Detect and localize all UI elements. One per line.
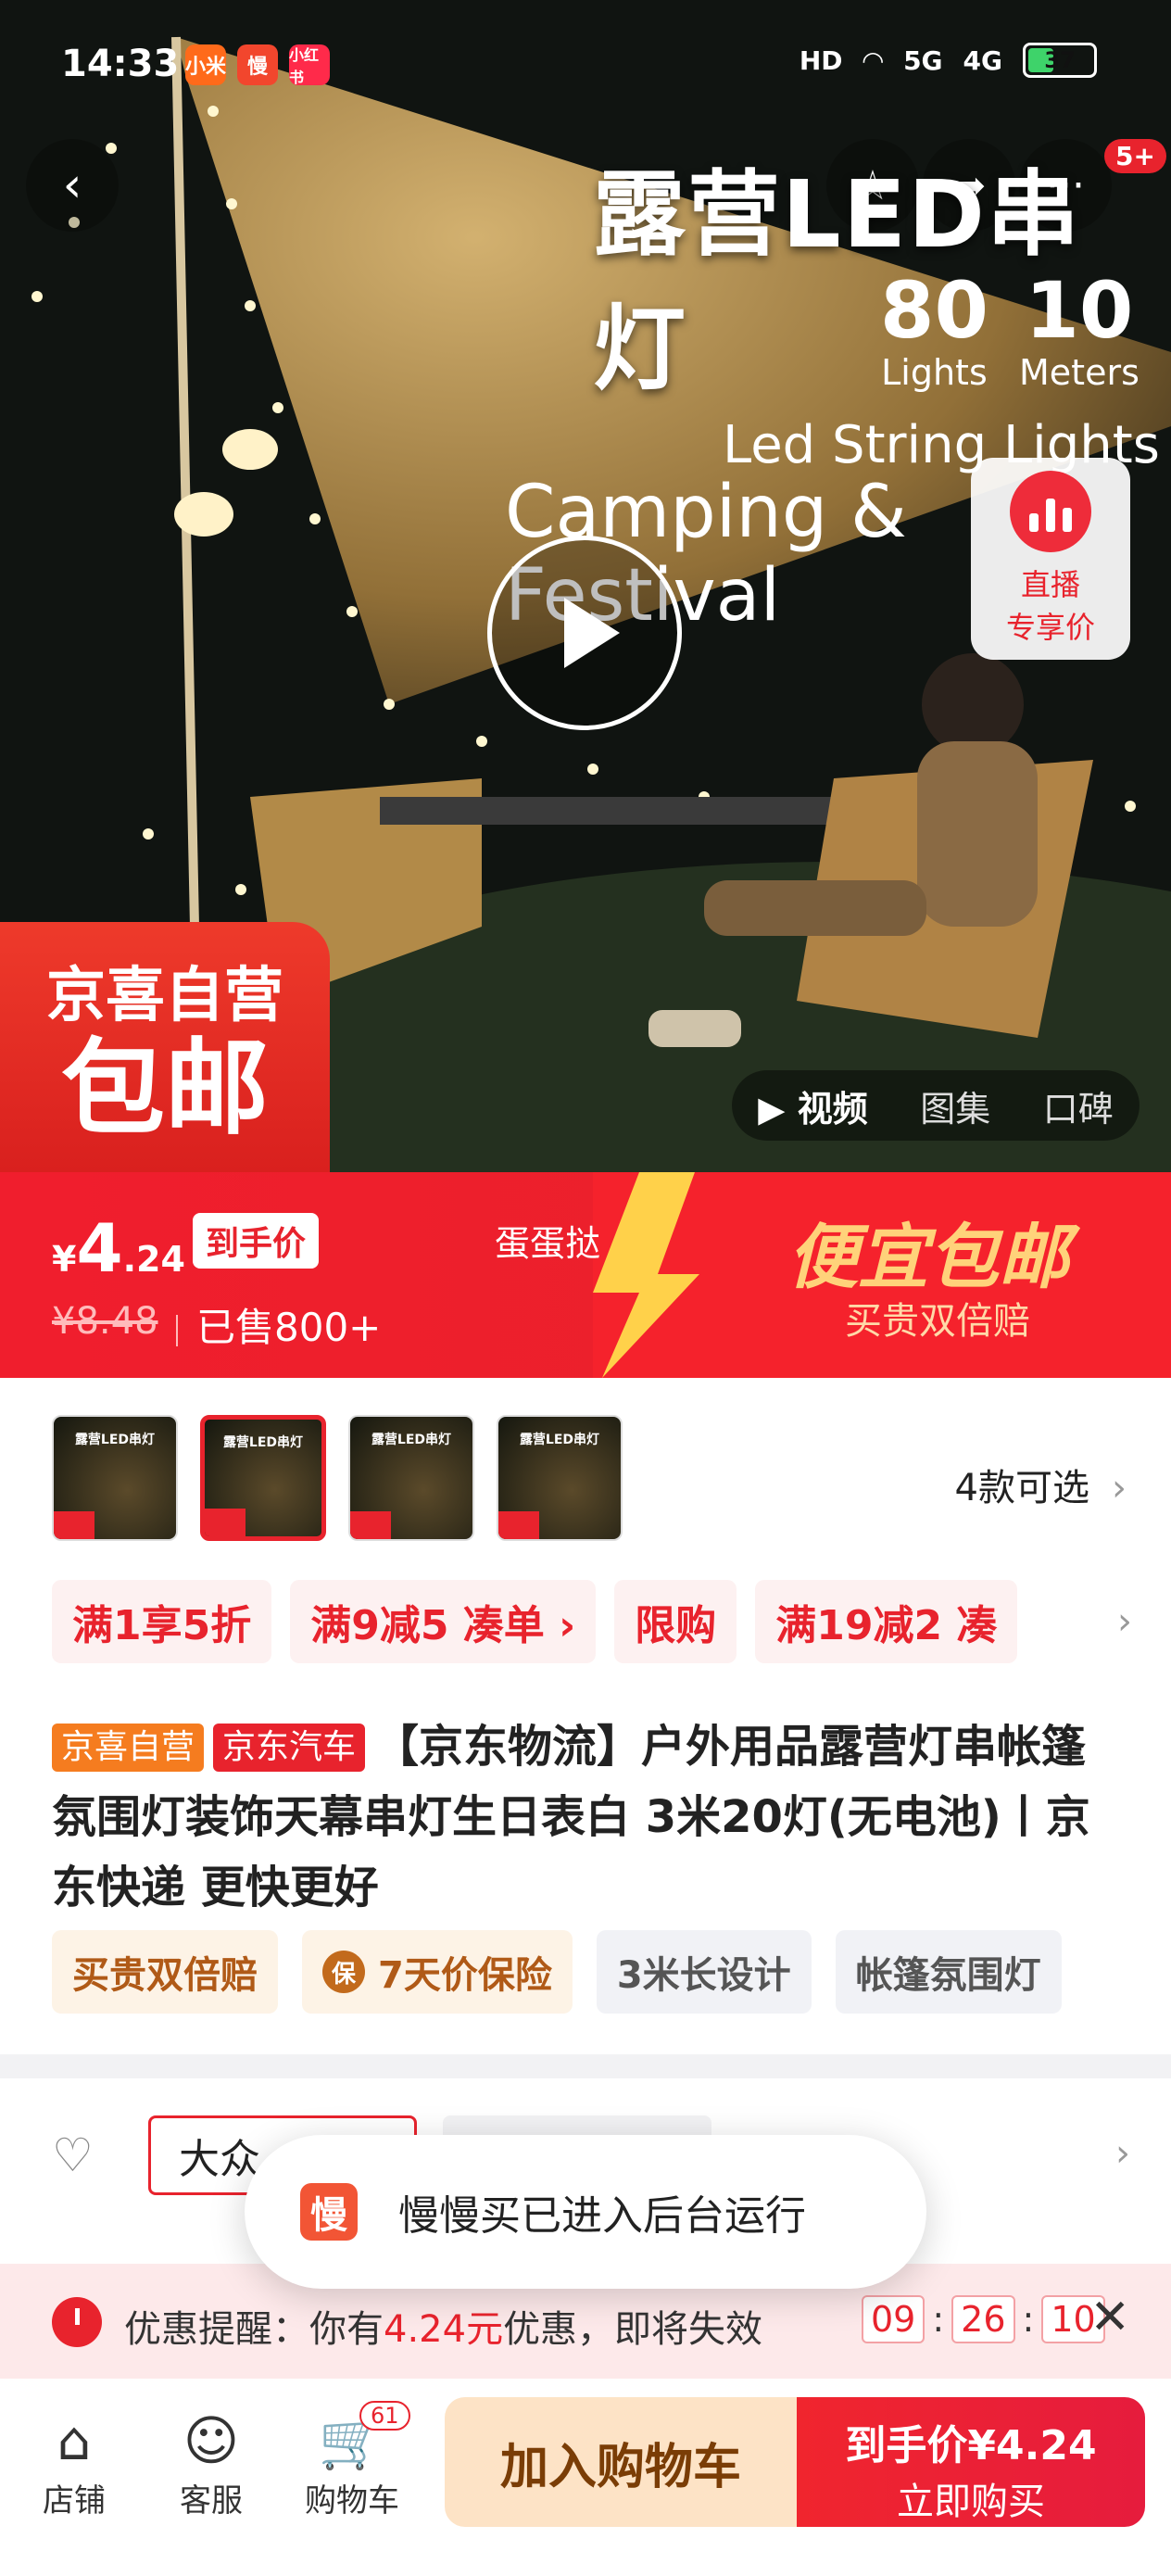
battery-icon: 37 bbox=[1023, 43, 1097, 78]
tab-video[interactable]: ▶ 视频 bbox=[758, 1080, 867, 1131]
store-icon: ⌂ bbox=[57, 2409, 92, 2472]
variant-thumbnail[interactable]: 露营LED串灯 bbox=[348, 1415, 474, 1541]
chevron-right-icon[interactable]: › bbox=[1115, 2132, 1130, 2175]
promo-line-2: 包邮 bbox=[61, 1029, 269, 1149]
variant-thumbnail-selected[interactable]: 露营LED串灯 bbox=[200, 1415, 326, 1541]
back-button[interactable]: ‹ bbox=[26, 139, 119, 232]
xiaohongshu-app-icon: 小红书 bbox=[289, 44, 330, 86]
variants-selector[interactable]: 4款可选 › bbox=[955, 1458, 1127, 1511]
variant-thumbnail[interactable]: 露营LED串灯 bbox=[497, 1415, 623, 1541]
close-icon[interactable]: ✕ bbox=[1089, 2290, 1130, 2345]
sold-count: 已售800+ bbox=[176, 1296, 381, 1353]
product-title: 京喜自营 京东汽车 【京东物流】户外用品露营灯串帐篷氛围灯装饰天幕串灯生日表白 3米… bbox=[52, 1711, 1127, 1923]
clock-icon bbox=[52, 2297, 102, 2347]
promo-badge: 京喜自营 包邮 bbox=[0, 922, 330, 1172]
live-price-button[interactable]: 直播 专享价 bbox=[971, 458, 1130, 660]
buy-now-label: 立即购买 bbox=[897, 2481, 1045, 2523]
feature-tag[interactable]: 帐篷氛围灯 bbox=[835, 1930, 1062, 2014]
buy-now-price: 到手价¥4.24 bbox=[845, 2422, 1097, 2469]
signal-5g-icon: 5G bbox=[903, 44, 943, 76]
live-label: 直播 bbox=[1020, 567, 1080, 602]
shop-button[interactable]: ⌂ 店铺 bbox=[9, 2406, 139, 2520]
buy-now-button[interactable]: 到手价¥4.24 立即购买 bbox=[797, 2397, 1145, 2527]
toast-text: 慢慢买已进入后台运行 bbox=[398, 2192, 806, 2240]
variant-thumbnails: 露营LED串灯 露营LED串灯 露营LED串灯 露营LED串灯 bbox=[52, 1415, 623, 1541]
reminder-text: 优惠提醒：你有4.24元优惠，即将失效 bbox=[124, 2308, 763, 2351]
signal-4g-icon: 4G bbox=[963, 44, 1002, 76]
slogan-subtitle: 买贵双倍赔 bbox=[845, 1300, 1030, 1343]
coupon-item[interactable]: 满9减5 凑单 › bbox=[290, 1580, 597, 1663]
original-price: ¥8.48 bbox=[52, 1300, 158, 1343]
product-title-text: 【京东物流】户外用品露营灯串帐篷氛围灯装饰天幕串灯生日表白 3米20灯(无电池)… bbox=[52, 1721, 1090, 1913]
product-card: 露营LED串灯 露营LED串灯 露营LED串灯 露营LED串灯 4款可选 › 满1… bbox=[0, 1378, 1171, 2054]
status-app-icons: 小米 慢 小红书 bbox=[185, 44, 330, 86]
toast-notification: 慢 慢慢买已进入后台运行 bbox=[245, 2135, 926, 2289]
shield-icon: 保 bbox=[322, 1951, 365, 1993]
play-video-button[interactable] bbox=[487, 536, 682, 730]
stat-lights: 80 Lights bbox=[880, 265, 988, 393]
price-bar: ¥4.24 到手价 ¥8.48 已售800+ 蛋蛋挞 便宜包邮 买贵双倍赔 bbox=[0, 1172, 1171, 1378]
chevron-right-icon: › bbox=[1112, 1467, 1127, 1509]
heart-check-icon: ♡ bbox=[52, 2128, 94, 2182]
live-bars-icon bbox=[1010, 471, 1091, 552]
tag-jingxi: 京喜自营 bbox=[52, 1724, 205, 1772]
feature-tag-price-protect[interactable]: 保 7天价保险 bbox=[302, 1930, 573, 2014]
shop-name: 蛋蛋挞 bbox=[495, 1223, 601, 1264]
status-right: HD ◠ 5G 4G 37 bbox=[800, 43, 1097, 78]
wifi-icon: ◠ bbox=[863, 44, 884, 76]
feature-tags: 买贵双倍赔 保 7天价保险 3米长设计 帐篷氛围灯 bbox=[52, 1930, 1062, 2014]
hd-icon: HD bbox=[799, 44, 843, 76]
coupon-item[interactable]: 满1享5折 bbox=[52, 1580, 272, 1663]
slogan-title: 便宜包邮 bbox=[787, 1216, 1069, 1298]
smile-icon: ☺ bbox=[183, 2409, 240, 2472]
coupon-item[interactable]: 限购 bbox=[614, 1580, 737, 1663]
tab-reviews[interactable]: 口碑 bbox=[1043, 1080, 1114, 1131]
variants-label: 4款可选 bbox=[954, 1467, 1089, 1509]
status-bar: 14:33 小米 慢 小红书 HD ◠ 5G 4G 37 bbox=[0, 0, 1171, 130]
add-to-cart-button[interactable]: 加入购物车 bbox=[445, 2397, 797, 2527]
live-sublabel: 专享价 bbox=[1005, 610, 1095, 645]
countdown-timer: 09:26:10 bbox=[862, 2295, 1105, 2343]
variant-thumbnail[interactable]: 露营LED串灯 bbox=[52, 1415, 178, 1541]
chevron-left-icon: ‹ bbox=[62, 158, 82, 213]
lightning-icon bbox=[593, 1172, 699, 1378]
status-time: 14:33 bbox=[61, 43, 180, 85]
promo-line-1: 京喜自营 bbox=[46, 962, 283, 1030]
manmanmai-app-icon: 慢 bbox=[237, 44, 278, 85]
final-price: ¥4.24 bbox=[52, 1209, 185, 1287]
feature-tag[interactable]: 3米长设计 bbox=[596, 1930, 812, 2014]
product-hero[interactable]: 14:33 小米 慢 小红书 HD ◠ 5G 4G 37 ‹ ☆ ➦ ··· 5… bbox=[0, 0, 1171, 1172]
xiaomi-app-icon: 小米 bbox=[185, 44, 226, 85]
stat-meters: 10 Meters bbox=[1019, 265, 1140, 393]
media-tabs: ▶ 视频 图集 口碑 bbox=[732, 1070, 1140, 1141]
coupons-more-icon[interactable]: › bbox=[1117, 1600, 1132, 1643]
coupon-row: 满1享5折 满9减5 凑单 › 限购 满19减2 凑 bbox=[52, 1580, 1018, 1663]
coupon-item[interactable]: 满19减2 凑 bbox=[755, 1580, 1018, 1663]
cart-count-badge: 61 bbox=[359, 2401, 410, 2431]
final-price-tag: 到手价 bbox=[193, 1213, 320, 1269]
tag-jd-auto: 京东汽车 bbox=[213, 1724, 366, 1772]
feature-tag[interactable]: 买贵双倍赔 bbox=[52, 1930, 278, 2014]
manmanmai-icon: 慢 bbox=[300, 2183, 358, 2241]
service-button[interactable]: ☺ 客服 bbox=[146, 2406, 276, 2520]
tab-gallery[interactable]: 图集 bbox=[920, 1080, 990, 1131]
bottom-action-bar: ⌂ 店铺 ☺ 客服 🛒 购物车 61 加入购物车 到手价¥4.24 立即购买 bbox=[0, 2379, 1171, 2576]
